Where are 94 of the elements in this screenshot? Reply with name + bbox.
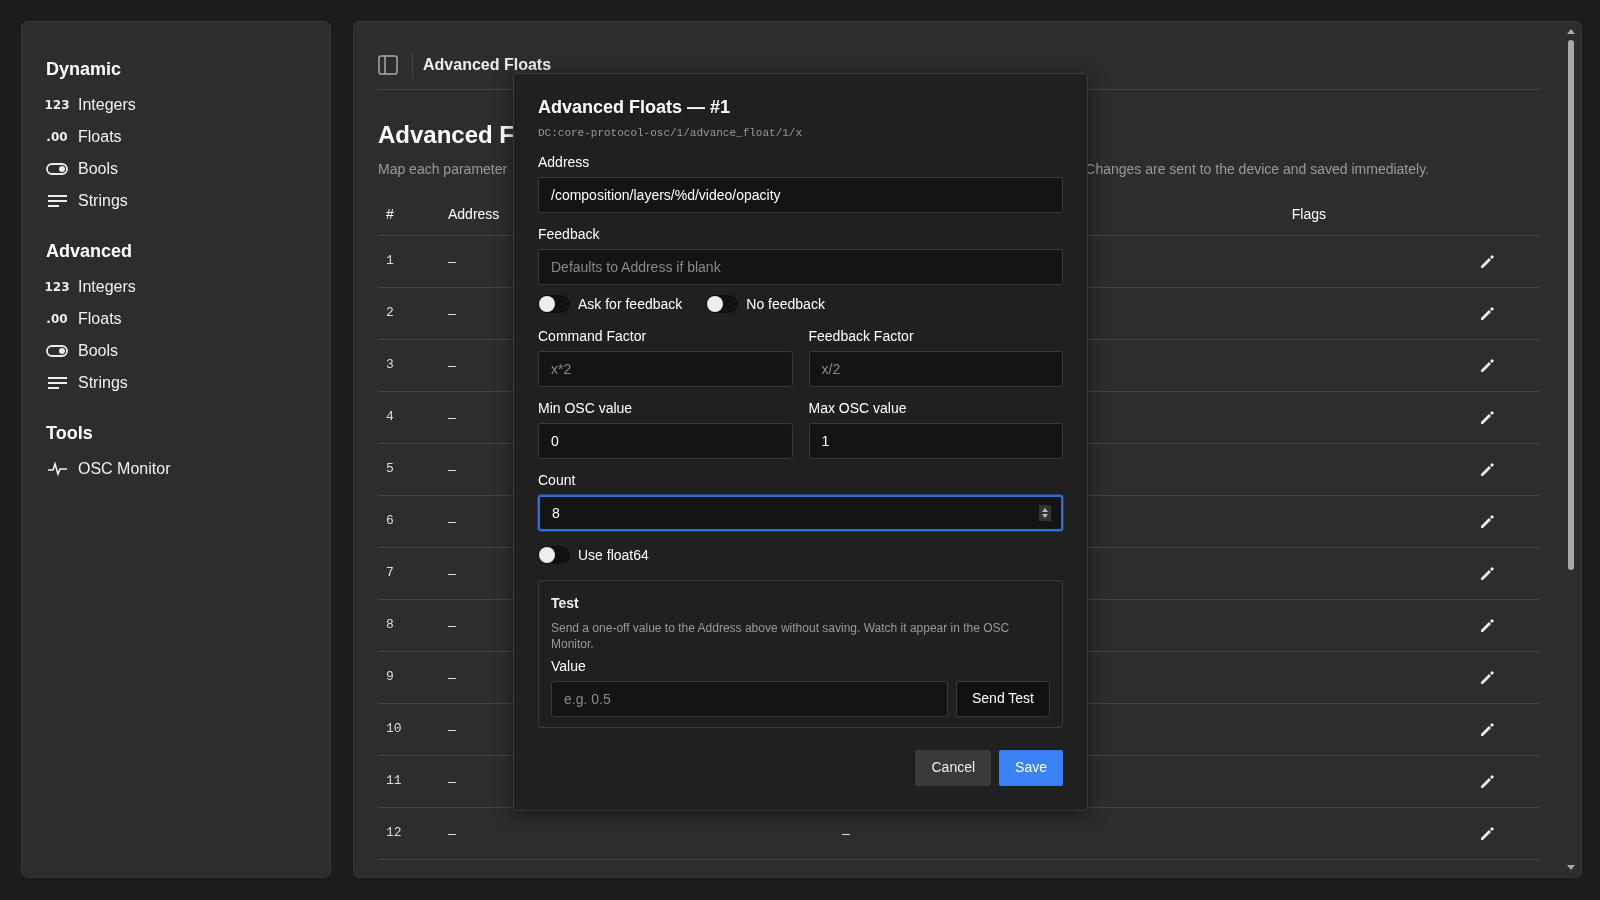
input-field[interactable]: 1 — [808, 422, 1063, 459]
input-field[interactable]: /composition/layers/%d/video/opacity — [538, 176, 1063, 213]
edit-icon[interactable] — [1479, 618, 1495, 634]
sidebar-link[interactable]: Bools — [78, 157, 119, 181]
save-button[interactable]: Save — [999, 749, 1063, 786]
input-field[interactable]: x/2 — [808, 350, 1063, 387]
row-number: 3 — [386, 357, 394, 373]
row-number: 7 — [386, 565, 394, 581]
toggle-icon — [46, 344, 68, 358]
table-cell: – — [448, 512, 456, 529]
lines-icon — [46, 194, 68, 208]
edit-icon[interactable] — [1479, 826, 1495, 842]
field-label: Command Factor — [538, 326, 647, 346]
sidebar-link[interactable]: Floats — [78, 125, 122, 149]
sidebar-link[interactable]: Integers — [78, 93, 136, 117]
page-title: Advanced Floats — [423, 54, 552, 75]
help-text: Send a one-off value to the Address above without saving. Watch it appear in the OSC Monitor. — [551, 619, 1011, 652]
table-cell: – — [448, 564, 456, 581]
row-number: 4 — [386, 409, 394, 425]
lines-icon — [46, 376, 68, 390]
column-header: Address — [448, 205, 500, 222]
sidebar-toggle-icon[interactable] — [378, 54, 398, 75]
toggle-label: Ask for feedback — [578, 294, 683, 314]
field-label: Feedback — [538, 224, 600, 244]
row-number: 10 — [386, 721, 402, 737]
field-label: Value — [551, 656, 586, 676]
row-number: 8 — [386, 617, 394, 633]
input-field[interactable]: e.g. 0.5 — [551, 680, 948, 717]
toggle-switch[interactable] — [706, 295, 739, 313]
table-cell: – — [448, 668, 456, 685]
cancel-button[interactable]: Cancel — [915, 749, 992, 786]
edit-icon[interactable] — [1479, 410, 1495, 426]
send-test-button[interactable]: Send Test — [956, 680, 1050, 717]
table-cell: – — [448, 720, 456, 737]
sidebar-link[interactable]: Bools — [78, 339, 119, 363]
input-field[interactable]: 8 — [538, 494, 1063, 531]
input-field[interactable]: Defaults to Address if blank — [538, 248, 1063, 285]
edit-icon[interactable] — [1479, 514, 1495, 530]
number-format-icon: 123 — [44, 278, 70, 296]
row-number: 9 — [386, 669, 394, 685]
sidebar-link[interactable]: Floats — [78, 307, 122, 331]
field-label: Address — [538, 152, 590, 172]
edit-icon[interactable] — [1479, 670, 1495, 686]
column-header: # — [386, 205, 394, 222]
sidebar-link[interactable]: Strings — [78, 371, 128, 395]
row-number: 5 — [386, 461, 394, 477]
toggle-label: No feedback — [746, 294, 825, 314]
dialog-title: Advanced Floats — #1 — [538, 96, 732, 119]
edit-icon[interactable] — [1479, 306, 1495, 322]
page-heading: Advanced F — [378, 121, 515, 148]
section-heading: Tools — [46, 422, 94, 445]
table-cell: – — [842, 824, 850, 841]
edit-icon[interactable] — [1479, 566, 1495, 582]
row-number: 2 — [386, 305, 394, 321]
table-cell: – — [448, 824, 456, 841]
table-cell: – — [448, 408, 456, 425]
row-number: 1 — [386, 253, 394, 269]
row-number: 12 — [386, 825, 402, 841]
toggle-switch[interactable] — [538, 546, 570, 564]
edit-icon[interactable] — [1479, 358, 1495, 374]
sidebar-link[interactable]: Integers — [78, 275, 136, 299]
table-cell: – — [448, 460, 456, 477]
number-format-icon: .00 — [46, 128, 68, 146]
toggle-icon — [46, 162, 68, 176]
section-heading: Advanced — [46, 240, 134, 263]
section-heading: Dynamic — [46, 58, 123, 81]
table-cell: – — [448, 304, 456, 321]
row-number: 6 — [386, 513, 394, 529]
edit-icon[interactable] — [1479, 462, 1495, 478]
edit-icon[interactable] — [1479, 722, 1495, 738]
number-format-icon: 123 — [44, 96, 70, 114]
table-cell: – — [448, 772, 456, 789]
parameter-path: DC:core-protocol-osc/1/advance_float/1/x — [538, 126, 804, 141]
field-label: Count — [538, 470, 576, 490]
input-field[interactable]: x*2 — [538, 350, 793, 387]
column-header: Flags — [1291, 205, 1326, 222]
pulse-icon — [46, 461, 68, 477]
field-label: Feedback Factor — [808, 326, 914, 346]
edit-icon[interactable] — [1479, 774, 1495, 790]
section-title: Test — [551, 593, 580, 613]
field-label: Min OSC value — [538, 398, 633, 418]
sidebar-link[interactable]: OSC Monitor — [78, 457, 171, 481]
sidebar-link[interactable]: Strings — [78, 189, 128, 213]
edit-icon[interactable] — [1479, 254, 1495, 270]
table-cell: – — [448, 252, 456, 269]
page-description: Map each parameter — [378, 160, 508, 179]
field-label: Max OSC value — [808, 398, 907, 418]
input-field[interactable]: 0 — [538, 422, 793, 459]
row-number: 11 — [386, 773, 402, 789]
toggle-label: Use float64 — [578, 545, 649, 565]
table-cell: – — [448, 356, 456, 373]
toggle-switch[interactable] — [538, 295, 570, 313]
number-format-icon: .00 — [46, 310, 68, 328]
table-cell: – — [448, 616, 456, 633]
